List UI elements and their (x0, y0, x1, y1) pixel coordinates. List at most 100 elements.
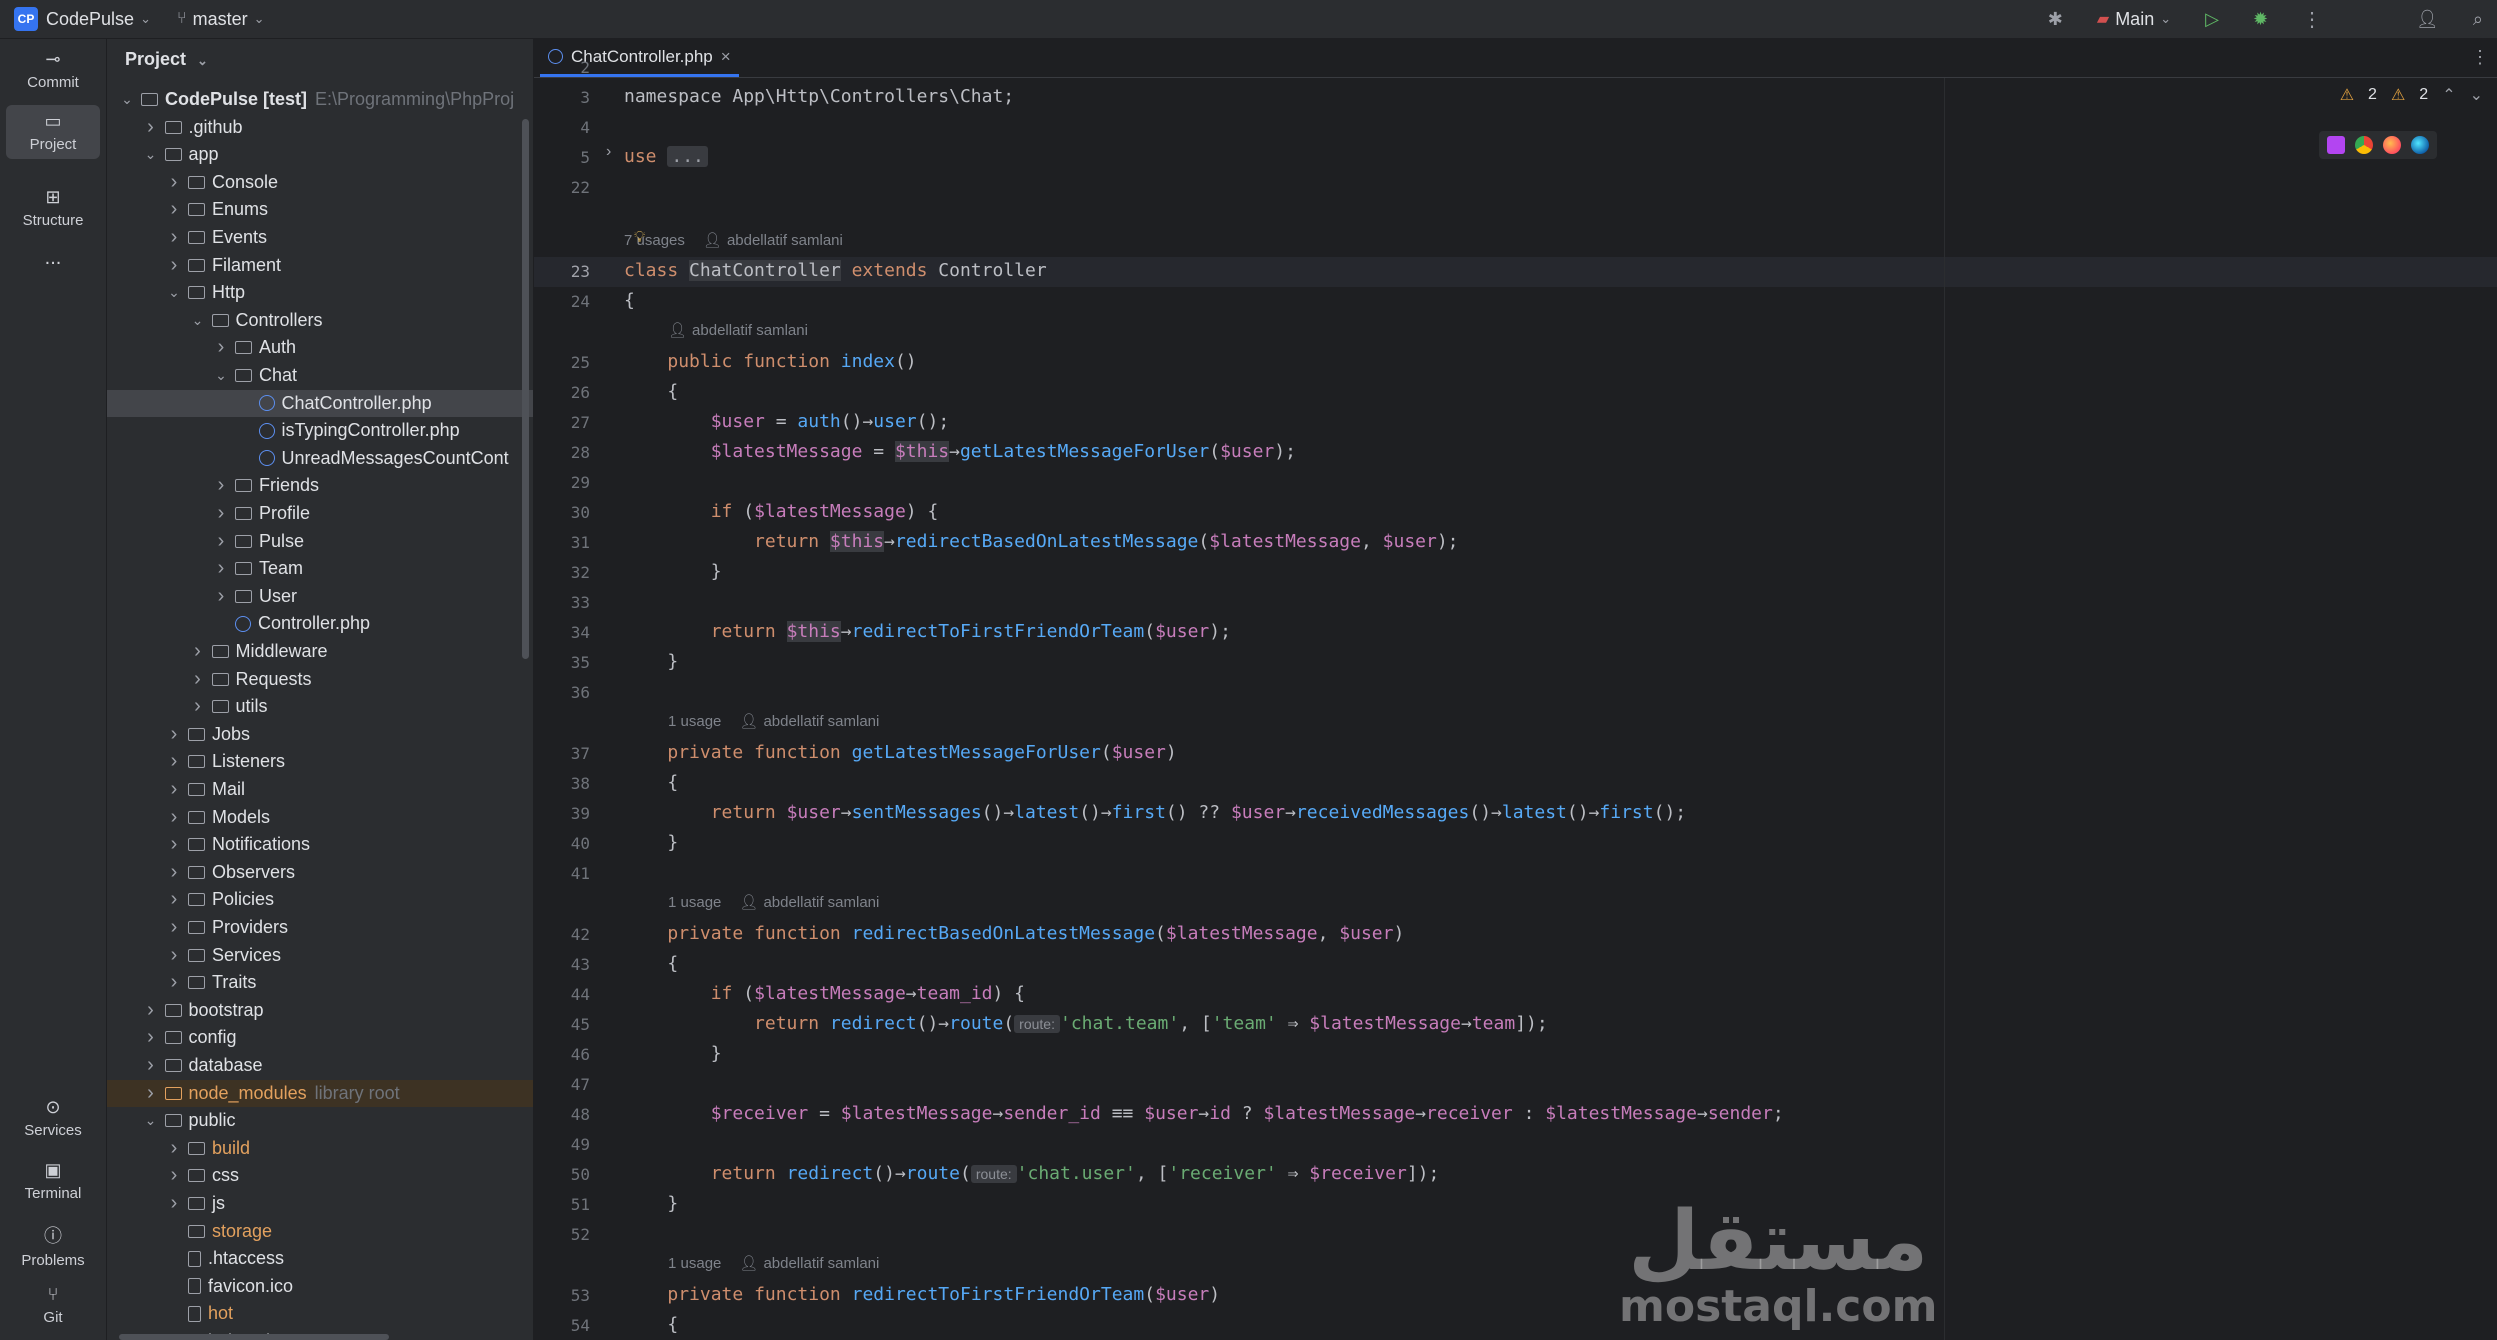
tree-file[interactable]: .htaccess (107, 1245, 533, 1272)
code-line[interactable]: namespace App\Http\Controllers\Chat; (624, 86, 1014, 107)
tree-folder[interactable]: ⌄ Http (107, 279, 533, 306)
tree-folder[interactable]: › Friends (107, 472, 533, 499)
code-line[interactable]: private function redirectBasedOnLatestMe… (624, 923, 1404, 944)
chevron-right-icon[interactable]: › (213, 585, 229, 608)
chevron-right-icon[interactable]: › (166, 971, 182, 994)
code-line[interactable]: { (624, 290, 635, 311)
chevron-down-icon[interactable]: ⌄ (143, 1112, 159, 1129)
user-account-icon[interactable]: 👤︎ (2416, 9, 2439, 30)
code-line[interactable]: return $this→redirectToFirstFriendOrTeam… (624, 621, 1231, 642)
chevron-right-icon[interactable]: › (143, 1026, 159, 1049)
chevron-right-icon[interactable]: › (213, 502, 229, 525)
close-icon[interactable]: × (721, 47, 731, 67)
tree-folder[interactable]: › Team (107, 555, 533, 582)
branch-switcher[interactable]: ⑂ master ⌄ (177, 9, 265, 30)
tree-folder[interactable]: ⌄ Chat (107, 362, 533, 389)
folded-imports[interactable]: ... (667, 146, 708, 167)
tree-folder[interactable]: › node_modules library root (107, 1079, 533, 1107)
chevron-down-icon[interactable]: ⌄ (143, 146, 159, 163)
chevron-right-icon[interactable]: › (166, 944, 182, 967)
inspection-widget[interactable]: ⚠ 2 ⚠ 2 ⌃ ⌄ (2340, 85, 2483, 105)
tree-file[interactable]: isTypingController.php (107, 417, 533, 444)
run-config-selector[interactable]: ▰ Main ⌄ (2097, 9, 2171, 30)
chevron-right-icon[interactable]: › (143, 116, 159, 139)
chevron-right-icon[interactable]: › (166, 226, 182, 249)
tool-git[interactable]: ⑂ Git (6, 1284, 100, 1334)
tree-folder[interactable]: storage (107, 1218, 533, 1245)
tree-folder[interactable]: › Profile (107, 500, 533, 527)
tab-options-icon[interactable]: ⋮ (2471, 47, 2489, 68)
tree-file[interactable]: hot (107, 1300, 533, 1327)
chevron-right-icon[interactable]: › (213, 336, 229, 359)
code-line[interactable]: } (624, 1043, 722, 1064)
debug-icon[interactable]: ✹ (2253, 9, 2268, 30)
chevron-right-icon[interactable]: › (166, 198, 182, 221)
chevron-right-icon[interactable]: › (190, 695, 206, 718)
chevron-right-icon[interactable]: › (190, 668, 206, 691)
chevron-right-icon[interactable]: › (166, 1164, 182, 1187)
chevron-down-icon[interactable]: ⌄ (213, 367, 229, 384)
tree-folder[interactable]: › Jobs (107, 721, 533, 748)
fold-arrow-icon[interactable]: › (606, 143, 611, 161)
tree-folder[interactable]: ⌄ CodePulse [test] E:\Programming\PhpProj (107, 86, 533, 113)
code-line[interactable]: { (624, 1314, 678, 1335)
tree-folder[interactable]: › bootstrap (107, 997, 533, 1024)
code-line[interactable]: } (624, 651, 678, 672)
chevron-right-icon[interactable]: › (213, 474, 229, 497)
code-line[interactable]: $receiver = $latestMessage→sender_id ≡≡ … (624, 1103, 1784, 1124)
chevron-right-icon[interactable]: › (166, 833, 182, 856)
code-line[interactable]: if ($latestMessage→team_id) { (624, 983, 1025, 1004)
tree-folder[interactable]: › Enums (107, 196, 533, 223)
tool-terminal[interactable]: ▣ Terminal (6, 1160, 100, 1210)
tree-folder[interactable]: › Policies (107, 886, 533, 913)
code-line[interactable]: } (624, 561, 722, 582)
firefox-icon[interactable] (2383, 136, 2401, 154)
tool-problems[interactable]: ⓘ Problems (6, 1222, 100, 1272)
chevron-right-icon[interactable]: › (213, 557, 229, 580)
tree-folder[interactable]: › Pulse (107, 528, 533, 555)
tree-file[interactable]: ChatController.php (107, 389, 533, 417)
code-line[interactable]: private function getLatestMessageForUser… (624, 742, 1176, 763)
chevron-right-icon[interactable]: › (166, 861, 182, 884)
code-line[interactable]: class ChatController extends Controller (624, 260, 1047, 281)
tree-folder[interactable]: › Observers (107, 859, 533, 886)
chevron-up-icon[interactable]: ⌃ (2442, 85, 2455, 105)
chevron-right-icon[interactable]: › (166, 916, 182, 939)
project-panel-header[interactable]: Project ⌄ (125, 49, 208, 70)
chevron-right-icon[interactable]: › (143, 1054, 159, 1077)
bug-icon[interactable]: ✱ (2048, 9, 2063, 30)
code-line[interactable]: return $user→sentMessages()→latest()→fir… (624, 802, 1686, 823)
tool-services[interactable]: ⊙ Services (6, 1097, 100, 1147)
tree-folder[interactable]: › build (107, 1135, 533, 1162)
tree-folder[interactable]: › Console (107, 169, 533, 196)
tree-folder[interactable]: › Listeners (107, 748, 533, 775)
tree-folder[interactable]: › Middleware (107, 638, 533, 665)
chevron-right-icon[interactable]: › (190, 640, 206, 663)
chevron-down-icon[interactable]: ⌄ (190, 312, 206, 329)
chevron-right-icon[interactable]: › (143, 1082, 159, 1105)
code-line[interactable]: return redirect()→route(route:'chat.user… (624, 1163, 1440, 1184)
tree-folder[interactable]: › utils (107, 693, 533, 720)
code-line[interactable]: if ($latestMessage) { (624, 501, 939, 522)
chevron-down-icon[interactable]: ⌄ (166, 284, 182, 301)
tree-file[interactable]: Controller.php (107, 610, 533, 637)
code-line[interactable]: } (624, 832, 678, 853)
chevron-down-icon[interactable]: ⌄ (2470, 85, 2483, 105)
code-line[interactable]: { (624, 772, 678, 793)
chevron-right-icon[interactable]: › (166, 723, 182, 746)
tree-folder[interactable]: › config (107, 1024, 533, 1051)
chevron-right-icon[interactable]: › (166, 1137, 182, 1160)
tree-folder[interactable]: › Notifications (107, 831, 533, 858)
tool-more[interactable]: ... (6, 247, 100, 277)
code-line[interactable]: private function redirectToFirstFriendOr… (624, 1284, 1220, 1305)
tree-folder[interactable]: › Traits (107, 969, 533, 996)
tree-folder[interactable]: ⌄ Controllers (107, 307, 533, 334)
code-line[interactable]: public function index() (624, 351, 916, 372)
code-vision-hint[interactable]: 1 usage 👤︎ abdellatif samlani (668, 1254, 879, 1272)
tree-folder[interactable]: ⌄ public (107, 1107, 533, 1134)
tree-folder[interactable]: › js (107, 1190, 533, 1217)
chevron-right-icon[interactable]: › (166, 778, 182, 801)
tree-folder[interactable]: ⌄ app (107, 141, 533, 168)
chevron-right-icon[interactable]: › (166, 1192, 182, 1215)
tree-folder[interactable]: › css (107, 1162, 533, 1189)
